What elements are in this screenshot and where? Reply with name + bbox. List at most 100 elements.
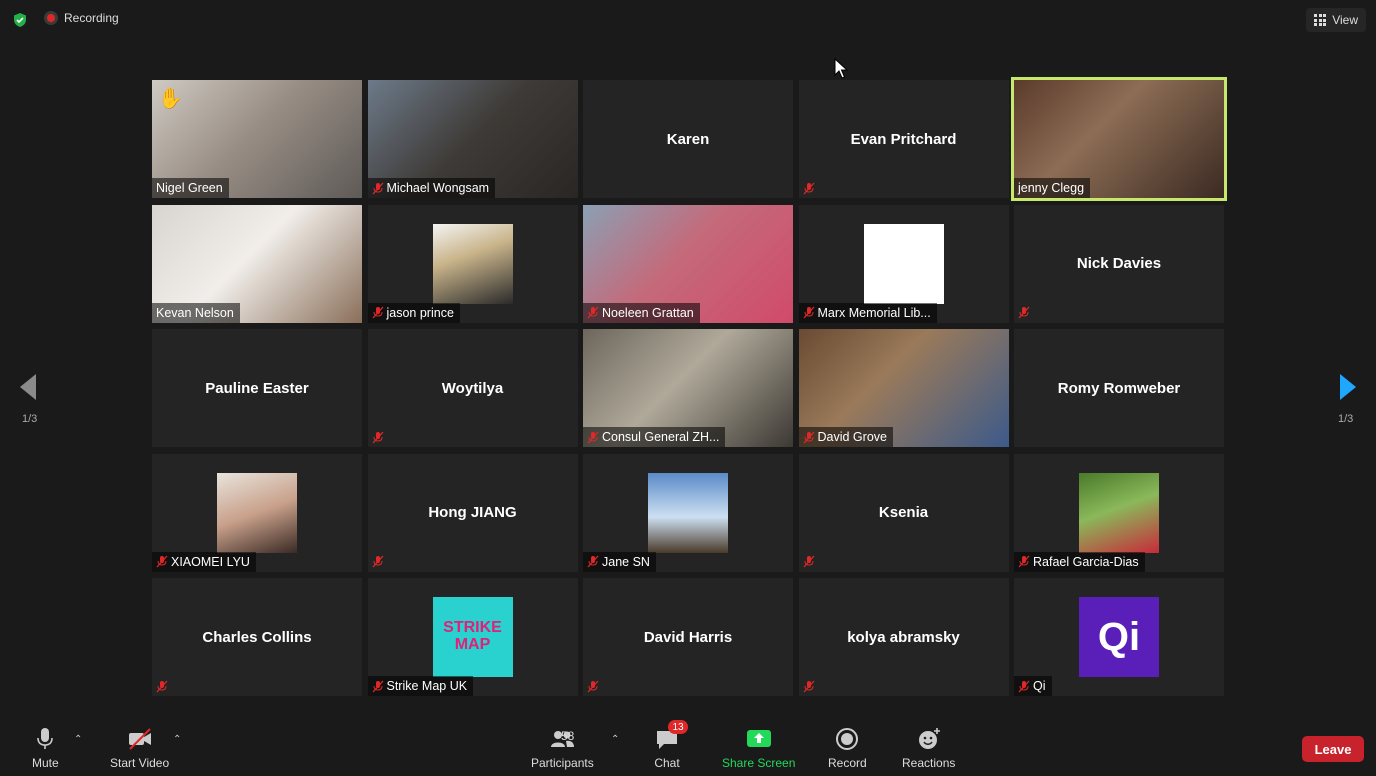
participant-tile[interactable]: Rafael Garcia-Dias	[1014, 453, 1224, 572]
participant-tile[interactable]: Evan Pritchard	[798, 80, 1009, 198]
participant-tile[interactable]: Romy Romweber	[1014, 329, 1224, 447]
muted-mic-icon	[372, 306, 383, 319]
participant-tile[interactable]: XIAOMEI LYU	[152, 453, 362, 572]
mute-label: Mute	[32, 756, 59, 770]
view-button[interactable]: View	[1306, 8, 1366, 32]
muted-mic-icon	[803, 431, 814, 443]
record-icon	[836, 728, 859, 750]
muted-mic-icon	[587, 555, 599, 568]
share-screen-button[interactable]: Share Screen	[722, 726, 795, 770]
participant-name-center: Evan Pritchard	[850, 130, 957, 148]
participant-label: Nigel Green	[152, 178, 229, 198]
raised-hand-icon: ✋	[158, 88, 183, 110]
next-page-arrow-icon[interactable]	[1338, 372, 1358, 402]
prev-page-arrow-icon[interactable]	[18, 372, 38, 402]
participant-name-center: Ksenia	[878, 504, 929, 521]
share-screen-label: Share Screen	[722, 756, 796, 770]
participant-tile[interactable]: STRIKE MAP Strike Map UK	[367, 578, 578, 696]
record-button[interactable]: Record	[828, 726, 867, 770]
recording-indicator[interactable]: Recording	[44, 11, 119, 25]
participant-name-center: Woytilya	[441, 379, 504, 397]
participant-tile[interactable]: Noeleen Grattan	[583, 204, 793, 323]
participant-label: David Grove	[798, 427, 893, 447]
start-video-label: Start Video	[110, 756, 170, 770]
participant-avatar	[432, 223, 513, 304]
participants-label: Participants	[531, 756, 594, 770]
participant-label	[799, 676, 821, 696]
participant-tile[interactable]: kolya abramsky	[798, 578, 1009, 696]
participant-tile[interactable]: Jane SN	[583, 453, 793, 572]
participant-name: XIAOMEI LYU	[171, 554, 250, 569]
muted-mic-icon	[1018, 680, 1030, 692]
participant-name-center: Charles Collins	[202, 628, 312, 646]
participant-label: Marx Memorial Lib...	[798, 302, 937, 323]
participant-tile[interactable]: Marx Memorial Lib...	[798, 204, 1009, 323]
muted-mic-icon	[803, 306, 814, 319]
participant-tile[interactable]: ✋ Nigel Green	[152, 80, 362, 198]
muted-mic-icon	[803, 555, 814, 568]
encryption-shield-icon[interactable]	[12, 12, 28, 28]
start-video-button[interactable]: Start Video	[110, 726, 169, 770]
recording-label: Recording	[64, 11, 119, 25]
participant-tile[interactable]: jason prince	[367, 204, 578, 323]
participant-name: David Grove	[817, 430, 887, 444]
participant-label: jenny Clegg	[1014, 178, 1091, 198]
muted-mic-icon	[1018, 555, 1030, 568]
participant-name: Michael Wongsam	[386, 181, 490, 195]
participant-label	[583, 676, 605, 696]
participant-tile[interactable]: Hong JIANG	[367, 453, 578, 572]
chat-button[interactable]: 13 Chat	[654, 720, 688, 770]
participant-label	[799, 178, 821, 198]
participant-tile[interactable]: Ksenia	[798, 453, 1009, 572]
leave-button[interactable]: Leave	[1302, 736, 1364, 762]
audio-options-caret-icon[interactable]: ⌃	[74, 734, 82, 745]
participant-name-center: kolya abramsky	[847, 628, 960, 646]
participants-count: 58	[561, 729, 575, 743]
participant-tile[interactable]: Qi Qi	[1014, 578, 1224, 696]
meeting-toolbar: Mute ⌃ Start Video ⌃ 58 Participants ⌃ 1…	[0, 718, 1376, 776]
participant-tile[interactable]: Charles Collins	[152, 578, 362, 696]
participant-label: jason prince	[367, 302, 460, 323]
participant-tile[interactable]: jenny Clegg	[1011, 77, 1227, 201]
participant-tile[interactable]: David Grove	[798, 329, 1009, 447]
participant-label	[368, 552, 390, 572]
participant-tile[interactable]: Michael Wongsam	[367, 80, 578, 198]
participant-tile[interactable]: Consul General ZH...	[583, 329, 793, 447]
participant-label: Michael Wongsam	[367, 178, 496, 198]
participant-avatar	[217, 472, 297, 553]
participant-name: Rafael Garcia-Dias	[1033, 554, 1139, 569]
microphone-icon	[37, 728, 54, 749]
reactions-button[interactable]: Reactions	[902, 726, 955, 770]
muted-mic-icon	[803, 182, 814, 194]
muted-mic-icon	[372, 555, 383, 568]
participant-name: Nigel Green	[156, 181, 223, 195]
participant-label: Noeleen Grattan	[583, 302, 700, 323]
prev-page-number: 1/3	[22, 413, 38, 425]
muted-mic-icon	[587, 680, 599, 692]
participants-button[interactable]: 58 Participants	[531, 726, 594, 770]
participant-label	[152, 676, 174, 696]
grid-view-icon	[1314, 14, 1327, 26]
video-options-caret-icon[interactable]: ⌃	[173, 734, 181, 745]
participant-tile[interactable]: Kevan Nelson	[152, 204, 362, 323]
participant-name: jason prince	[386, 305, 454, 320]
participant-label: XIAOMEI LYU	[152, 551, 256, 572]
participant-tile[interactable]: Pauline Easter	[152, 329, 362, 447]
participant-tile[interactable]: Karen	[583, 80, 793, 198]
chat-label: Chat	[654, 756, 680, 770]
participant-label	[1014, 303, 1036, 323]
participant-name: Jane SN	[602, 554, 650, 569]
participant-name: Strike Map UK	[386, 679, 468, 693]
participant-tile[interactable]: Nick Davies	[1014, 204, 1224, 323]
participant-label: Rafael Garcia-Dias	[1014, 551, 1145, 572]
participant-tile[interactable]: Woytilya	[367, 329, 578, 447]
participants-options-caret-icon[interactable]: ⌃	[611, 734, 619, 745]
reactions-smiley-icon	[918, 728, 940, 749]
view-label: View	[1332, 13, 1358, 27]
participant-name-center: Karen	[666, 130, 710, 148]
participant-name-center: Romy Romweber	[1057, 379, 1181, 397]
participant-label: Strike Map UK	[367, 676, 474, 696]
participant-tile[interactable]: David Harris	[583, 578, 793, 696]
mute-button[interactable]: Mute	[32, 726, 59, 770]
participant-name-center: David Harris	[643, 628, 733, 646]
